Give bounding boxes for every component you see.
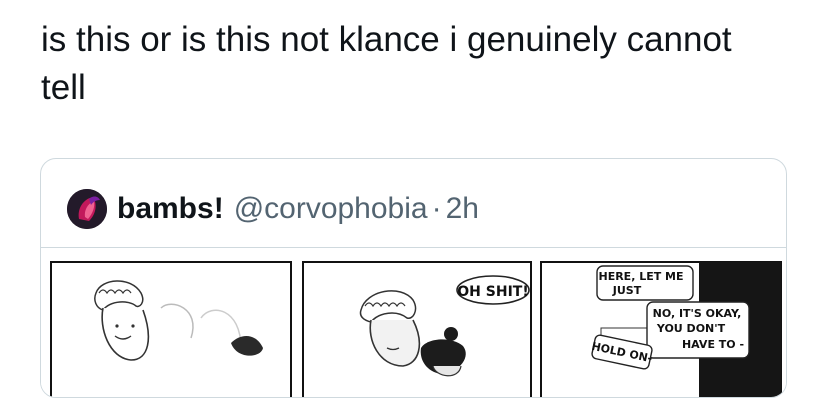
avatar-image [67, 189, 107, 229]
panel-2-bubble-text: OH SHIT! [457, 284, 528, 300]
comic-panel-1 [50, 261, 292, 397]
separator-dot: · [431, 192, 442, 225]
avatar[interactable] [67, 189, 107, 229]
comic-panel-3: HERE, LET ME JUST NO, IT'S OKAY, YOU DON… [540, 261, 782, 397]
quoted-tweet-card[interactable]: bambs! @corvophobia · 2h OH SHIT! HERE, … [40, 158, 787, 398]
quoted-tweet-media[interactable]: OH SHIT! HERE, LET ME JUST NO, IT'S OKAY… [41, 247, 786, 397]
comic-image: OH SHIT! HERE, LET ME JUST NO, IT'S OKAY… [50, 261, 782, 397]
tweet-text: is this or is this not klance i genuinel… [41, 20, 732, 107]
panel-3-bubble-2-line-2: YOU DON'T [656, 322, 726, 335]
quoted-timestamp[interactable]: 2h [446, 192, 479, 226]
panel-3-bubble-2-line-1: NO, IT'S OKAY, [653, 307, 742, 320]
panel-3-bubble-2-line-3: HAVE TO - [682, 338, 744, 351]
comic-panel-2: OH SHIT! [302, 261, 532, 397]
panel-3-bubble-1-line-2: JUST [612, 284, 642, 297]
panel-3-bubble-1-line-1: HERE, LET ME [598, 270, 683, 283]
quoted-tweet-header: bambs! @corvophobia · 2h [67, 189, 479, 229]
quoted-handle[interactable]: @corvophobia [234, 192, 428, 226]
quoted-display-name[interactable]: bambs! [117, 192, 224, 226]
